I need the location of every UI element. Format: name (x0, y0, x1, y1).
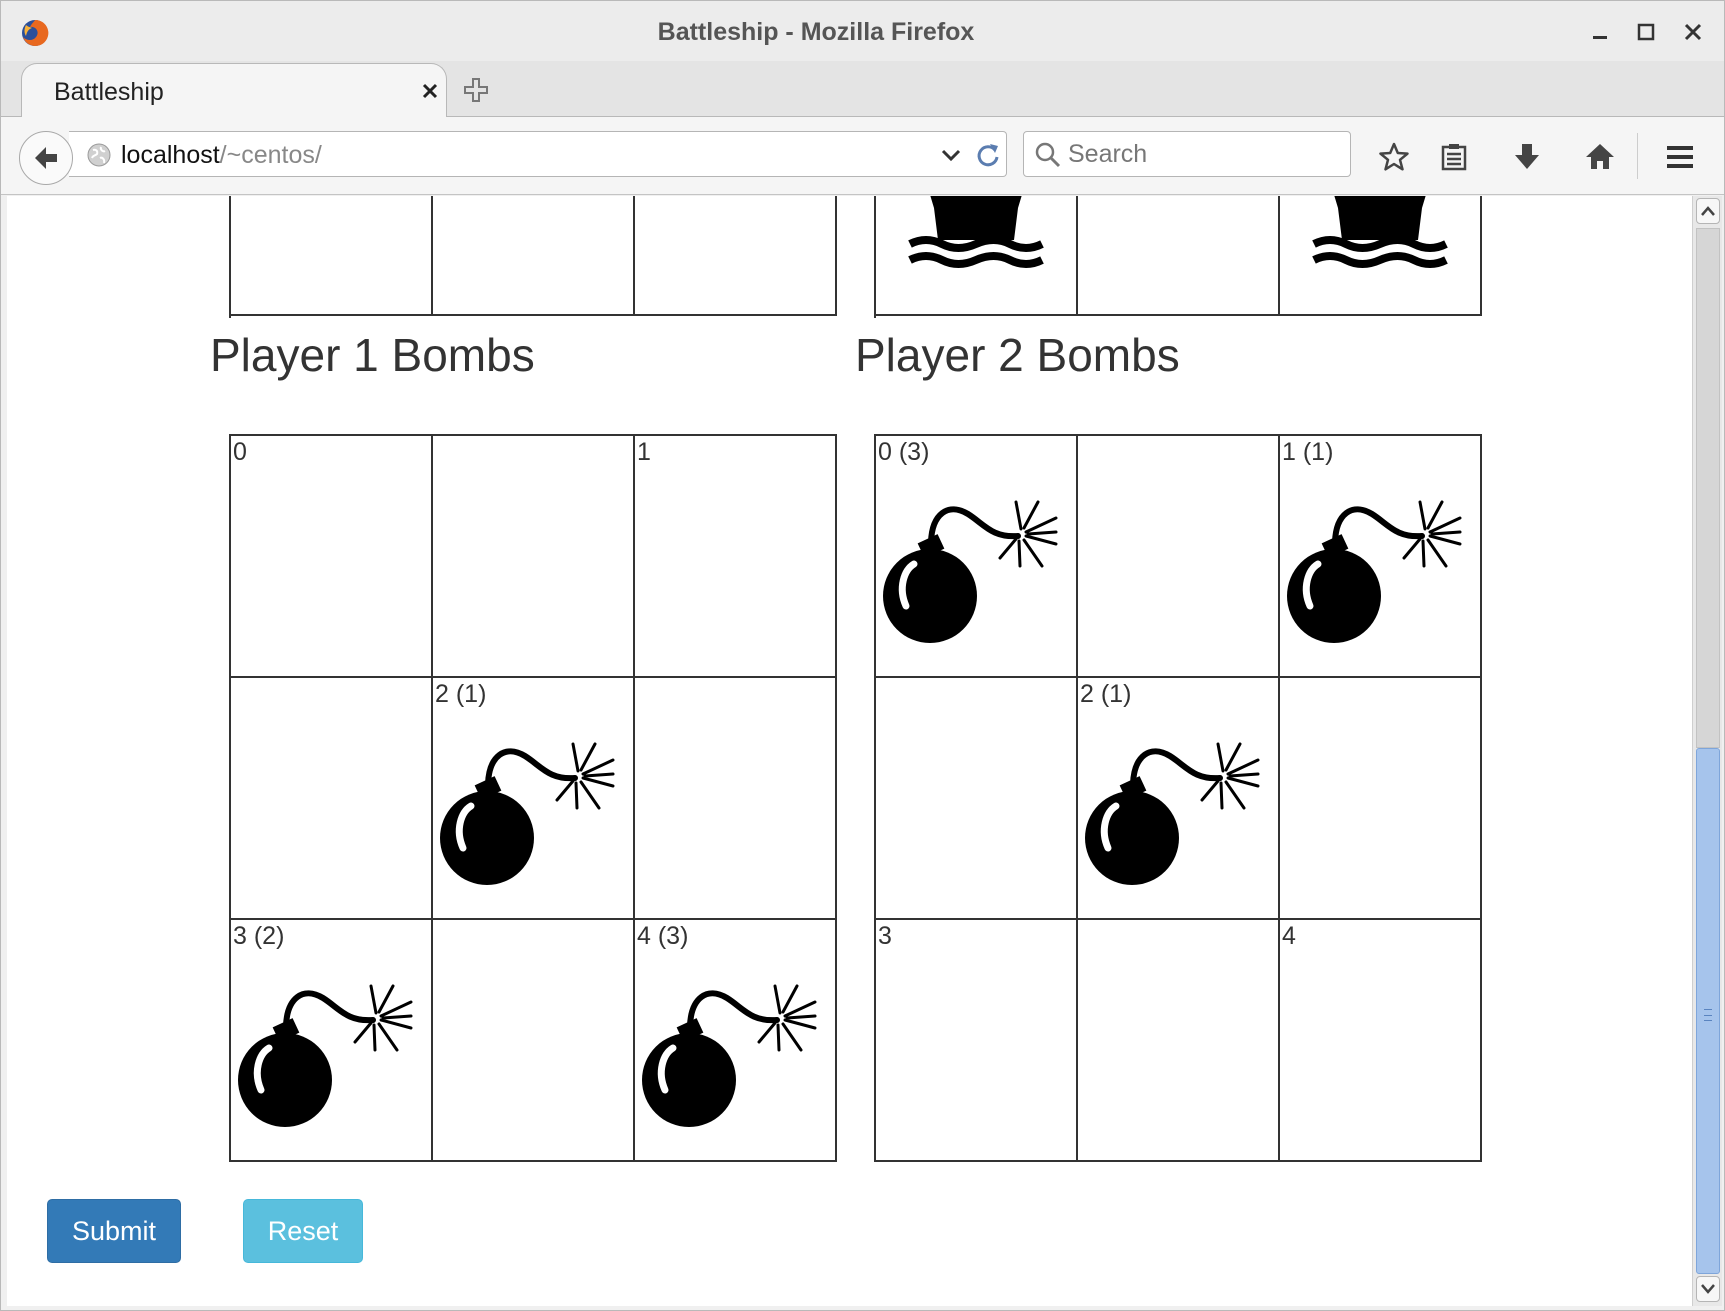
title-bar: Battleship - Mozilla Firefox (1, 1, 1724, 61)
bomb-cell[interactable] (1280, 678, 1482, 920)
url-bar[interactable]: localhost/~centos/ (69, 131, 1007, 177)
bomb-icon (883, 500, 1058, 643)
maximize-icon (1637, 23, 1655, 41)
page-content: Player 1 Bombs Player 2 Bombs 0 1 2 (1) 3 (… (7, 196, 1692, 1306)
close-icon (422, 83, 438, 99)
minimize-button[interactable] (1584, 17, 1616, 47)
bomb-cell[interactable] (635, 678, 837, 920)
home-icon (1586, 144, 1614, 169)
maximize-button[interactable] (1630, 17, 1662, 47)
ship-icon (1312, 196, 1448, 268)
cell-label: 2 (1) (1080, 680, 1132, 708)
new-tab-button[interactable] (459, 73, 493, 107)
url-path: /~centos/ (219, 141, 322, 169)
cell-label: 0 (233, 438, 247, 466)
bookmarks-menu-button[interactable] (1434, 137, 1474, 177)
bomb-cell[interactable]: 1 (635, 436, 837, 678)
ship-cell[interactable] (1078, 196, 1280, 316)
cell-label: 1 (1) (1282, 438, 1334, 466)
bomb-cell[interactable]: 4 (3) (635, 920, 837, 1162)
bomb-icon (1085, 742, 1260, 885)
bomb-cell[interactable] (876, 678, 1078, 920)
cell-label: 4 (3) (637, 922, 689, 950)
hamburger-menu-icon (1667, 146, 1693, 168)
back-button[interactable] (19, 131, 73, 185)
plus-icon (464, 78, 488, 102)
downloads-button[interactable] (1507, 137, 1547, 177)
bomb-cell[interactable]: 1 (1) (1280, 436, 1482, 678)
ship-cell[interactable] (433, 196, 635, 316)
bookmark-star-button[interactable] (1374, 137, 1414, 177)
scroll-grip (1704, 1009, 1712, 1021)
browser-window: Battleship - Mozilla Firefox Battleship (0, 0, 1725, 1311)
window-title: Battleship - Mozilla Firefox (657, 18, 975, 46)
bomb-icon (238, 984, 413, 1127)
globe-icon (87, 143, 111, 167)
ship-cell[interactable] (876, 196, 1078, 316)
cell-label: 3 (878, 922, 892, 950)
cell-label: 3 (2) (233, 922, 285, 950)
clipboard-icon (1441, 144, 1467, 171)
bomb-cell[interactable]: 3 (2) (231, 920, 433, 1162)
bomb-cell[interactable] (1078, 436, 1280, 678)
ship-cell[interactable] (635, 196, 837, 316)
nav-bar: localhost/~centos/ (1, 117, 1724, 195)
cell-label: 4 (1282, 922, 1296, 950)
player-1-ships-grid (229, 196, 837, 318)
search-bar[interactable] (1023, 131, 1351, 177)
player-1-bombs-title: Player 1 Bombs (210, 329, 535, 381)
submit-button[interactable]: Submit (47, 1199, 181, 1263)
bomb-cell[interactable]: 4 (1280, 920, 1482, 1162)
cell-label: 1 (637, 438, 651, 466)
star-icon (1379, 142, 1409, 171)
tab-close-button[interactable] (417, 78, 443, 104)
bomb-cell[interactable]: 0 (231, 436, 433, 678)
search-input[interactable] (1068, 138, 1338, 170)
player-2-bombs-title: Player 2 Bombs (855, 329, 1180, 381)
vertical-scrollbar[interactable] (1692, 196, 1722, 1306)
close-window-button[interactable] (1677, 17, 1709, 47)
search-icon (1035, 142, 1061, 168)
bomb-icon (440, 742, 615, 885)
cell-label: 2 (1) (435, 680, 487, 708)
tab-strip: Battleship (1, 61, 1724, 118)
bomb-cell[interactable] (231, 678, 433, 920)
tab-label: Battleship (54, 78, 164, 106)
url-text: localhost/~centos/ (121, 141, 322, 170)
toolbar-separator (1637, 133, 1638, 179)
home-button[interactable] (1580, 137, 1620, 177)
cell-label: 0 (3) (878, 438, 930, 466)
bomb-cell[interactable] (433, 920, 635, 1162)
player-2-ships-grid (874, 196, 1482, 318)
player-2-bombs-grid: 0 (3) 1 (1) 2 (1) 3 4 (874, 434, 1482, 1162)
reset-button[interactable]: Reset (243, 1199, 363, 1263)
scroll-up-button[interactable] (1696, 198, 1720, 224)
arrow-left-icon (35, 147, 57, 169)
chevron-up-icon (1701, 206, 1715, 216)
url-host: localhost (121, 141, 220, 169)
bomb-cell[interactable] (1078, 920, 1280, 1162)
bomb-cell[interactable] (433, 436, 635, 678)
tab-battleship[interactable]: Battleship (21, 63, 447, 118)
ship-icon (908, 196, 1044, 268)
reload-icon[interactable] (974, 141, 1002, 169)
chevron-down-icon[interactable] (939, 143, 963, 167)
menu-button[interactable] (1660, 137, 1700, 177)
bomb-cell[interactable]: 3 (876, 920, 1078, 1162)
scroll-thumb[interactable] (1696, 748, 1720, 1274)
bomb-cell[interactable]: 2 (1) (433, 678, 635, 920)
chevron-down-icon (1701, 1284, 1715, 1294)
minimize-icon (1593, 36, 1607, 39)
bomb-cell[interactable]: 0 (3) (876, 436, 1078, 678)
close-icon (1684, 23, 1702, 41)
player-1-bombs-grid: 0 1 2 (1) 3 (2) 4 (3) (229, 434, 837, 1162)
download-arrow-icon (1515, 144, 1539, 169)
scroll-down-button[interactable] (1696, 1276, 1720, 1302)
scroll-track[interactable] (1696, 228, 1720, 748)
bomb-cell[interactable]: 2 (1) (1078, 678, 1280, 920)
ship-cell[interactable] (231, 196, 433, 316)
bomb-icon (1287, 500, 1462, 643)
ship-cell[interactable] (1280, 196, 1482, 316)
bomb-icon (642, 984, 817, 1127)
